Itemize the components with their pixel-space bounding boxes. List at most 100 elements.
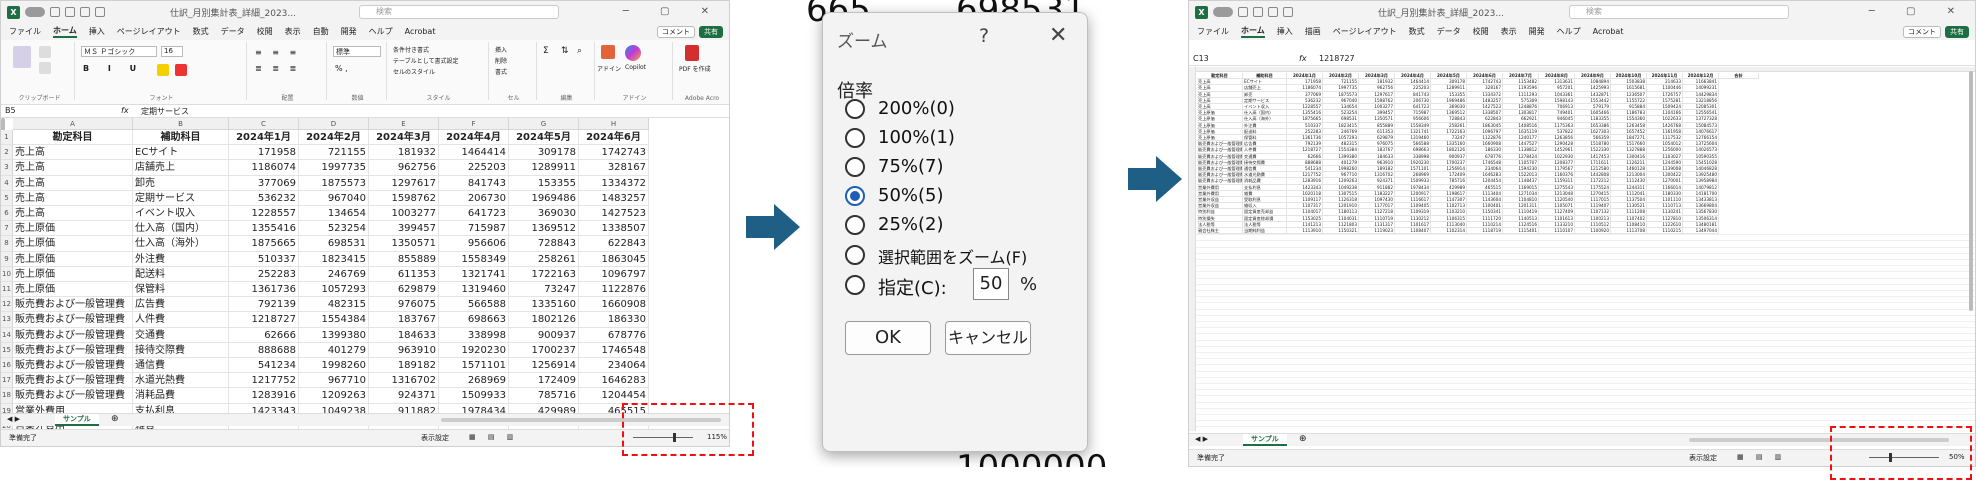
radio-fit-selection[interactable] [845,245,865,265]
ribbon-tab[interactable]: データ [221,26,245,37]
autosave-toggle[interactable] [25,7,45,17]
table-cell[interactable]: 売上高 [13,206,133,222]
table-cell[interactable]: 268969 [439,373,509,389]
ribbon-tab[interactable]: 挿入 [89,26,105,37]
table-cell[interactable]: 売上原価 [13,266,133,282]
cancel-button[interactable]: キャンセル [945,321,1031,355]
column-header[interactable]: B [133,118,229,130]
table-cell[interactable]: 売上高 [13,160,133,176]
table-cell[interactable]: 売上原価 [13,251,133,267]
table-cell[interactable]: 1554384 [299,312,369,328]
table-cell[interactable]: 販売費および一般管理費 [13,327,133,343]
table-cell[interactable]: 1464414 [439,145,509,161]
table-cell[interactable]: 225203 [439,160,509,176]
row-header[interactable]: 9 [1,251,13,267]
table-cell[interactable]: 401279 [299,342,369,358]
display-settings[interactable]: 表示設定 [1689,453,1717,463]
table-cell[interactable]: 定期サービス [133,190,229,206]
custom-zoom-input[interactable]: 50 [973,268,1009,300]
row-header[interactable]: 1 [1,130,13,146]
ribbon-tab[interactable]: 挿入 [1277,26,1293,37]
table-cell[interactable]: 売上原価 [13,221,133,237]
comment-button[interactable]: コメント [1903,25,1941,38]
table-cell[interactable]: 保管料 [133,282,229,298]
table-cell[interactable]: 1334372 [579,175,649,191]
table-cell[interactable]: 62666 [229,327,299,343]
table-cell[interactable]: 販売費および一般管理費 [13,373,133,389]
table-cell[interactable]: 171958 [229,145,299,161]
column-title-cell[interactable]: 補助科目 [133,130,229,146]
table-cell[interactable]: 963910 [369,342,439,358]
zoom-icon[interactable] [1283,7,1293,17]
column-title-cell[interactable]: 2024年5月 [509,130,579,146]
ribbon-tab[interactable]: 数式 [193,26,209,37]
align-h-icons[interactable]: ≣ ≣ ≣ [255,64,300,73]
table-cell[interactable]: 1361736 [229,282,299,298]
table-cell[interactable]: 183767 [369,312,439,328]
find-icon[interactable]: ⌕ [577,46,582,56]
zoom-icon[interactable] [95,7,105,17]
table-cell[interactable]: 523254 [299,221,369,237]
ribbon-tab[interactable]: ヘルプ [1557,26,1581,37]
close-icon[interactable]: ✕ [1049,23,1067,48]
table-cell[interactable]: 1598762 [369,190,439,206]
table-cell[interactable]: 1742743 [579,145,649,161]
table-cell[interactable]: 販売費および一般管理費 [13,297,133,313]
table-cell[interactable]: 900937 [509,327,579,343]
column-header[interactable]: F [439,118,509,130]
table-cell[interactable]: 1571101 [439,358,509,374]
conditional-format-button[interactable]: 条件付き書式 [393,45,429,54]
column-header[interactable]: E [369,118,439,130]
table-cell[interactable]: 1823415 [299,251,369,267]
column-header[interactable]: A [13,118,133,130]
ribbon-tab[interactable]: Acrobat [1593,27,1624,36]
table-cell[interactable]: 販売費および一般管理費 [13,312,133,328]
view-mode-icons[interactable]: ▦ ▤ ▥ [1737,453,1786,461]
row-header[interactable]: 6 [1,206,13,222]
row-header[interactable]: 18 [1,388,13,404]
fill-color-icon[interactable] [157,64,169,76]
table-cell[interactable]: 1509933 [439,388,509,404]
row-header[interactable]: 12 [1,297,13,313]
table-cell[interactable]: 1355416 [229,221,299,237]
sheet-nav-icon[interactable]: ◀ ▶ [1195,435,1208,443]
table-cell[interactable]: 258261 [509,251,579,267]
ribbon-tab[interactable]: 自動 [313,26,329,37]
table-cell[interactable]: 卸売 [133,175,229,191]
table-cell[interactable]: 234064 [579,358,649,374]
table-cell[interactable]: 1646283 [579,373,649,389]
display-settings[interactable]: 表示設定 [421,433,449,443]
share-button[interactable]: 共有 [699,25,723,38]
table-cell[interactable]: 1321741 [439,266,509,282]
share-button[interactable]: 共有 [1945,25,1969,38]
row-header[interactable]: 15 [1,342,13,358]
table-cell[interactable]: 1338507 [579,221,649,237]
table-cell[interactable]: 888688 [229,342,299,358]
table-cell[interactable]: 1558349 [439,251,509,267]
paste-icon[interactable] [13,46,31,68]
row-header[interactable]: 3 [1,160,13,176]
table-cell[interactable]: 1256914 [509,358,579,374]
row-header[interactable]: 17 [1,373,13,389]
radio-zoom-option[interactable] [845,99,865,119]
table-cell[interactable]: 611353 [369,266,439,282]
name-box[interactable]: B5 [5,106,65,115]
column-header[interactable]: G [509,118,579,130]
table-cell[interactable]: 678776 [579,327,649,343]
undo-icon[interactable] [65,7,75,17]
column-header[interactable]: C [229,118,299,130]
number-format-icons[interactable]: % , [335,64,348,73]
font-size-select[interactable]: 16 [161,46,183,57]
table-cell[interactable]: 外注費 [133,251,229,267]
table-cell[interactable]: 1335160 [509,297,579,313]
save-icon[interactable] [1238,7,1248,17]
vertical-scrollbar[interactable] [1969,71,1973,311]
ribbon-tab[interactable]: ファイル [1197,26,1229,37]
table-cell[interactable]: 1316702 [369,373,439,389]
ribbon-tab[interactable]: データ [1437,26,1461,37]
view-mode-icons[interactable]: ▦ ▤ ▥ [469,433,518,441]
worksheet-grid[interactable]: 勘定科目 補助科目 2024年1月 2024年2月 2024年3月 2024年4月 2024… [1189,67,1975,431]
table-cell[interactable]: 1998260 [299,358,369,374]
ribbon-tab[interactable]: 開発 [341,26,357,37]
table-cell[interactable]: 売上原価 [13,236,133,252]
